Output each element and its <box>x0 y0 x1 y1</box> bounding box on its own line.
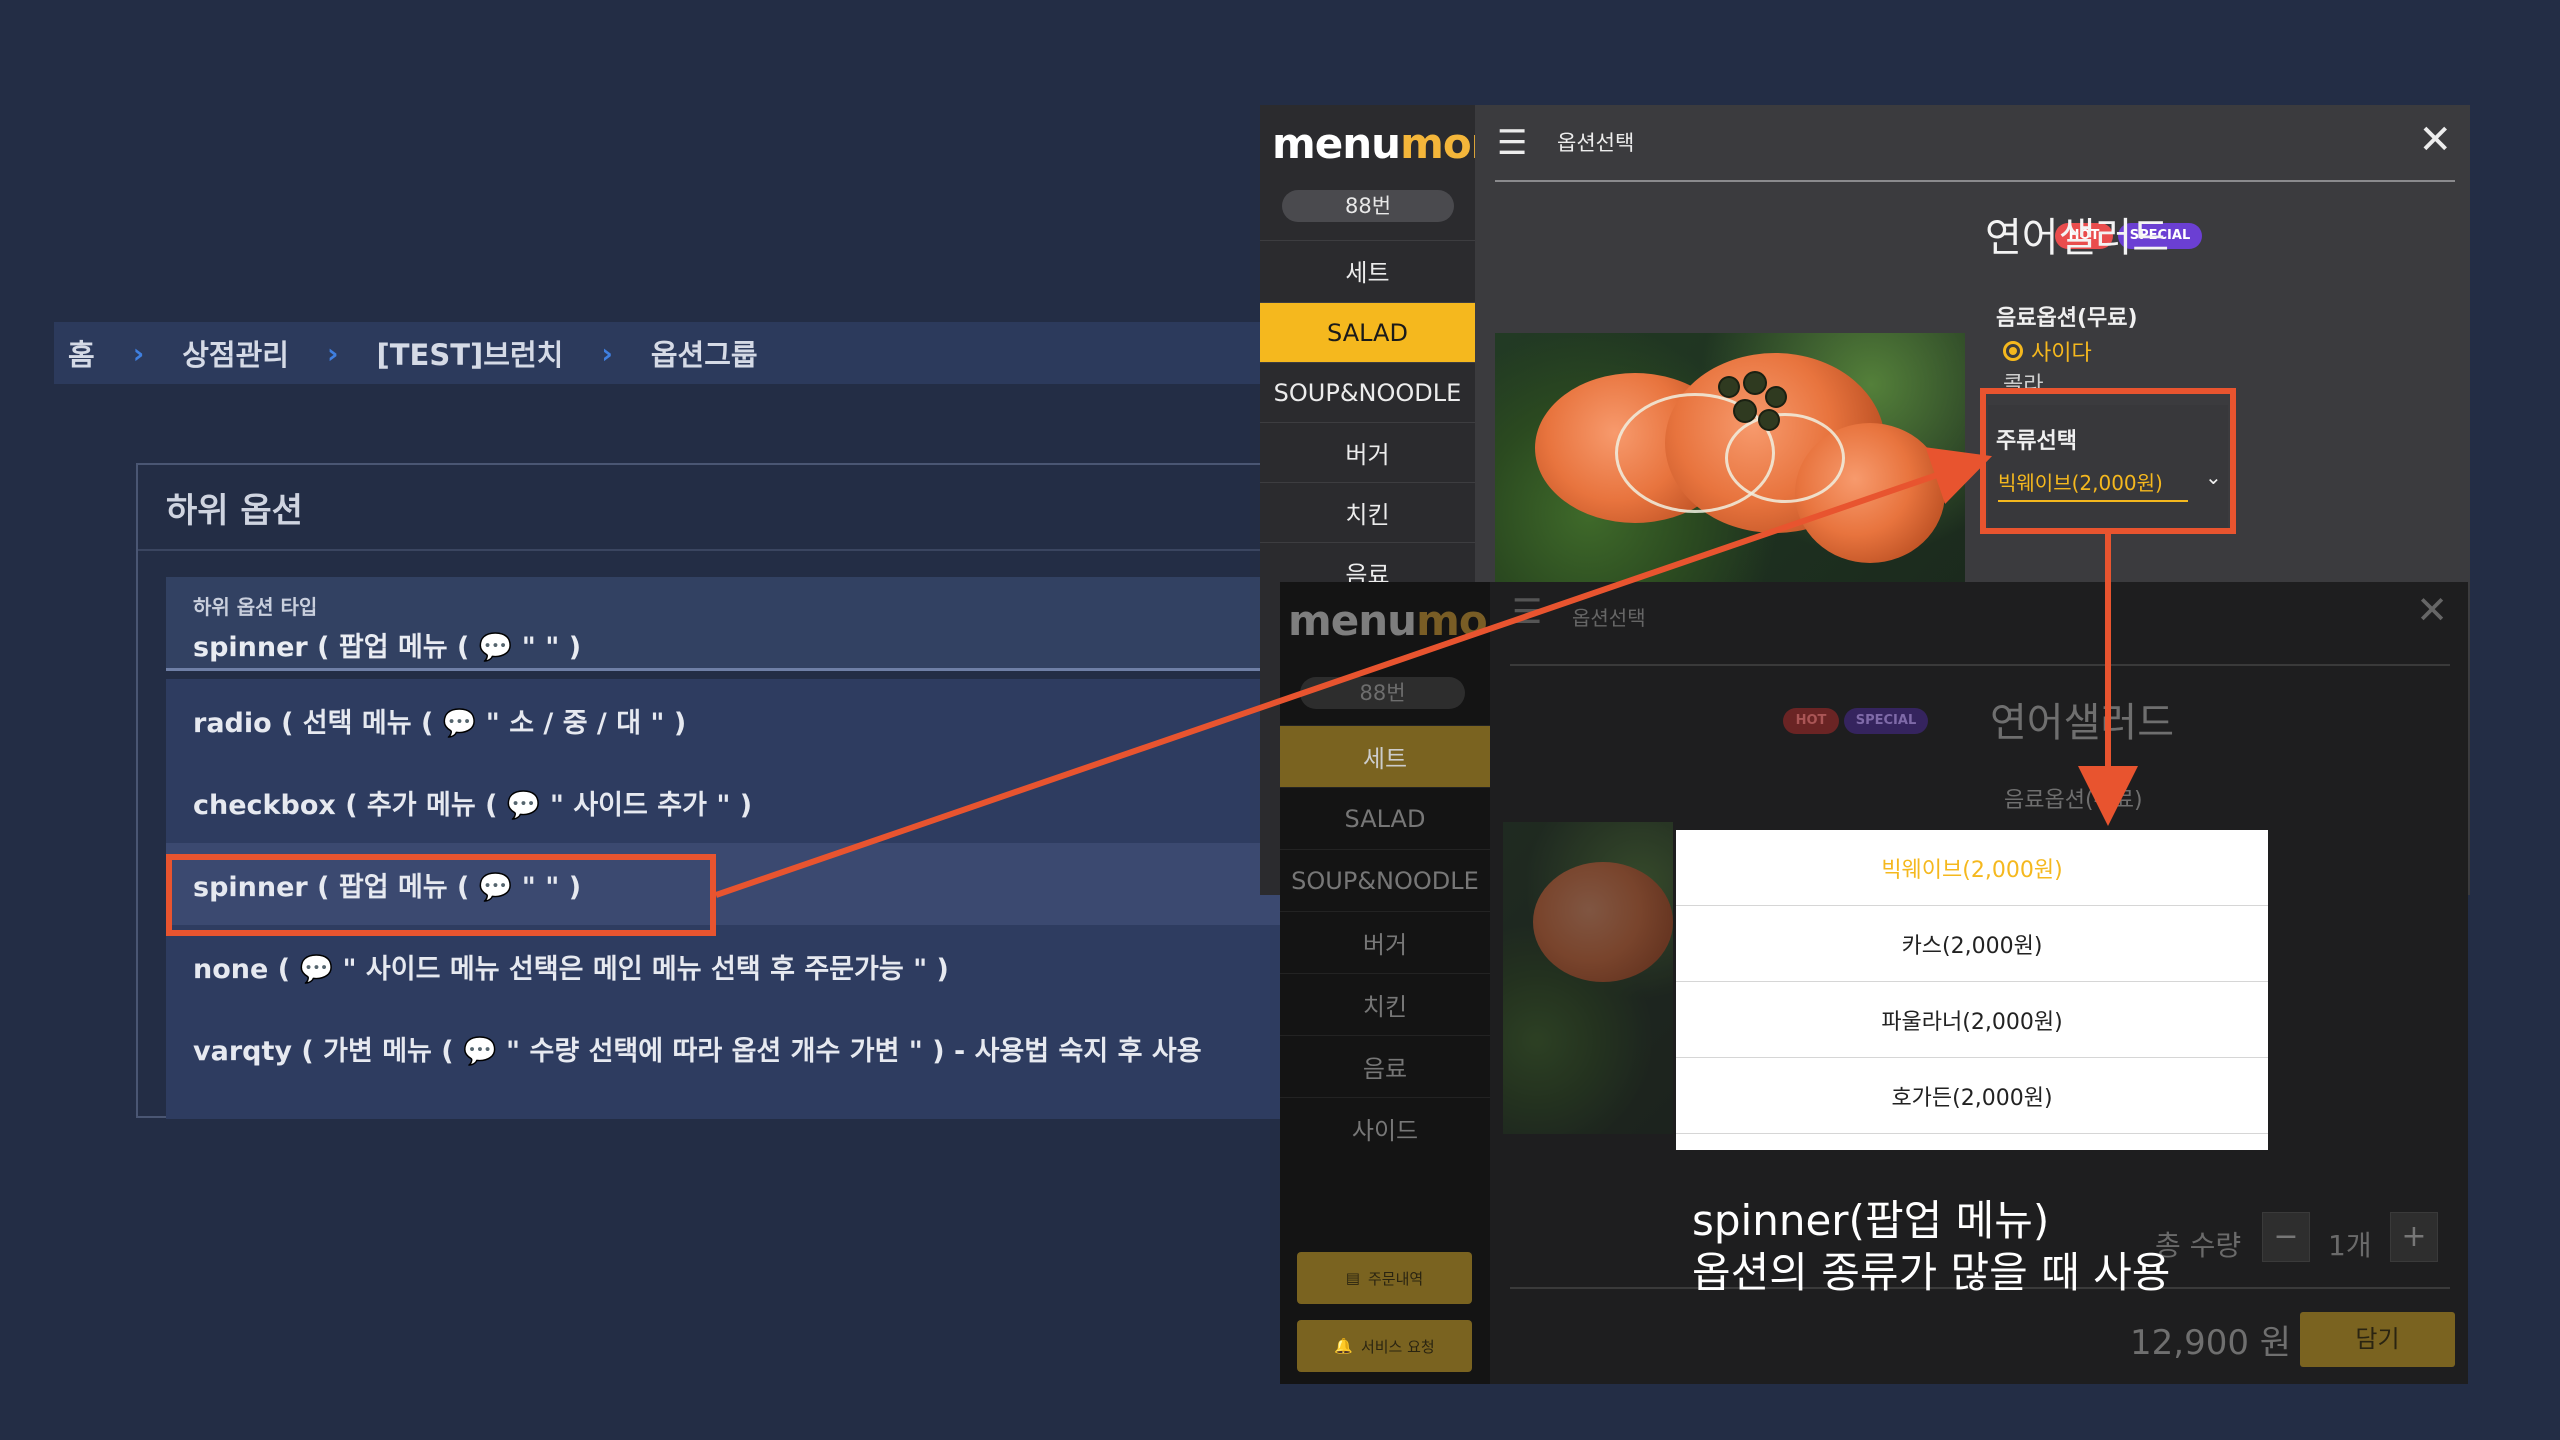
annotation-arrows <box>715 447 2138 898</box>
arrow-to-spinner-field <box>715 447 1993 898</box>
